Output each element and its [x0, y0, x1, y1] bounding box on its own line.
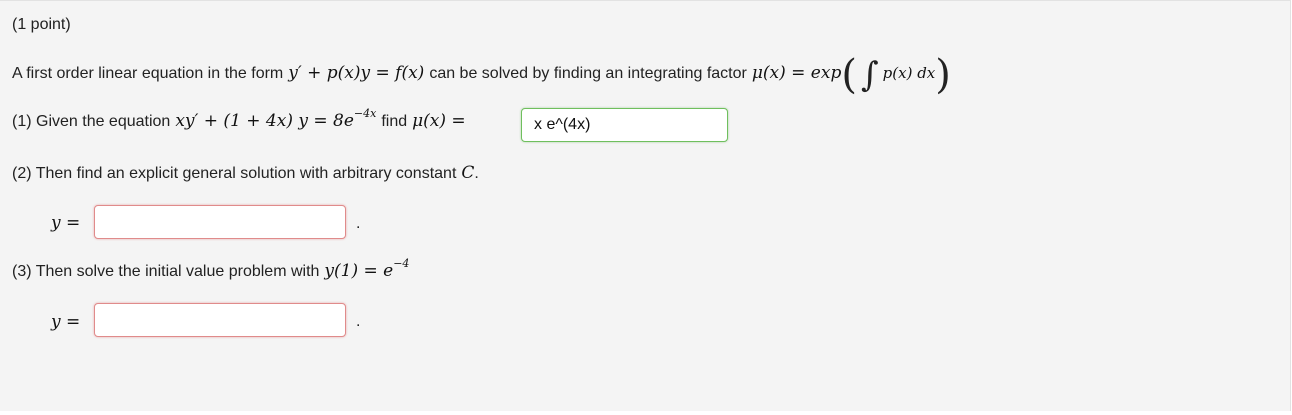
- part3-y-label: y =: [51, 312, 80, 332]
- part3-trailing-dot: .: [356, 313, 361, 330]
- part3-answer-input[interactable]: [94, 303, 346, 337]
- intro-statement: A first order linear equation in the for…: [12, 45, 951, 95]
- integral-sign: ∫: [860, 55, 879, 95]
- part2-period: .: [474, 165, 479, 182]
- problem-panel: (1 point) A first order linear equation …: [0, 0, 1291, 411]
- points-text: (1 point): [12, 16, 71, 33]
- part3-exponent: −4: [393, 257, 410, 270]
- part2-statement: (2) Then find an explicit general soluti…: [12, 163, 479, 183]
- part1-exponent: −4x: [353, 107, 377, 120]
- part1-statement: (1) Given the equation xy′ + (1 + 4x) y …: [12, 107, 466, 131]
- part3-label: (3) Then solve the initial value problem…: [12, 263, 320, 280]
- integrating-factor-formula: μ(x) = exp: [751, 63, 842, 83]
- intro-text: A first order linear equation in the for…: [12, 65, 284, 82]
- part2-constant: C: [461, 163, 475, 183]
- part1-label: (1) Given the equation: [12, 113, 171, 130]
- part2-answer-input[interactable]: [94, 205, 346, 239]
- part1-equation: xy′ + (1 + 4x) y = 8e: [175, 111, 354, 131]
- left-paren: (: [841, 52, 857, 98]
- points-label: (1 point): [12, 16, 71, 34]
- part3-statement: (3) Then solve the initial value problem…: [12, 257, 409, 281]
- part1-mu-label: μ(x) =: [412, 111, 466, 131]
- part1-answer-input[interactable]: x e^(4x): [521, 108, 728, 142]
- part2-y-label: y =: [51, 213, 80, 233]
- part2-label: (2) Then find an explicit general soluti…: [12, 165, 457, 182]
- part3-condition: y(1) = e: [324, 261, 394, 281]
- part3-y-text: y =: [51, 312, 81, 332]
- part2-trailing-dot: .: [356, 215, 361, 232]
- part1-find-text: find: [381, 113, 408, 130]
- intro-mid-text: can be solved by finding an integrating …: [429, 65, 747, 82]
- intro-equation: y′ + p(x)y = f(x): [288, 63, 425, 83]
- part2-y-text: y =: [51, 213, 81, 233]
- integrand: p(x) dx: [882, 64, 936, 82]
- right-paren: ): [935, 52, 951, 98]
